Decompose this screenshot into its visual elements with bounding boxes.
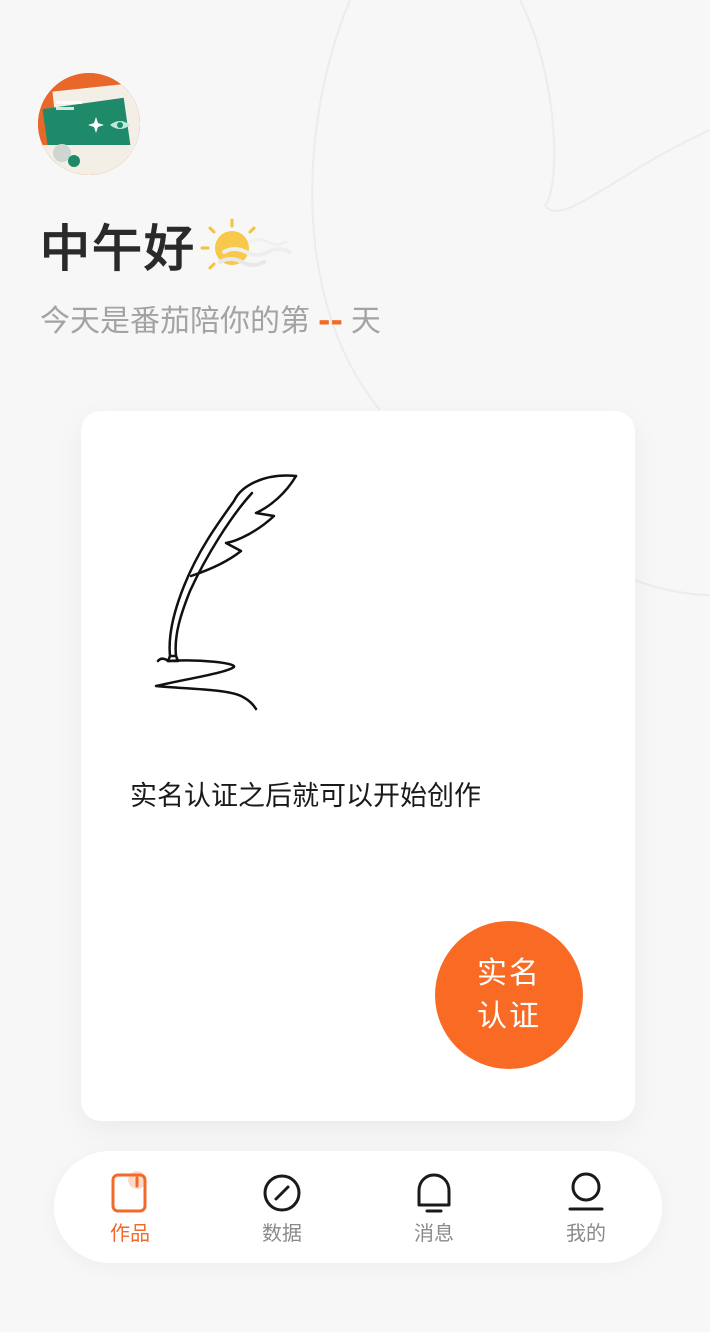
avatar-image	[38, 73, 140, 175]
message-icon	[417, 1173, 451, 1213]
verification-card: 实名认证之后就可以开始创作 实名认证	[81, 411, 635, 1121]
bottom-tab-bar: 作品 数据 消息 我的	[54, 1151, 662, 1263]
works-icon	[111, 1171, 147, 1213]
days-subtitle: 今天是番茄陪你的第 -- 天	[40, 300, 381, 344]
user-avatar[interactable]	[38, 73, 140, 175]
tab-messages-label: 消息	[414, 1221, 454, 1245]
data-icon	[263, 1174, 301, 1212]
quill-pen-icon	[154, 474, 298, 711]
subtitle-suffix: 天	[350, 304, 381, 339]
tab-profile-label: 我的	[566, 1221, 606, 1245]
verify-button-label: 实名 认证	[474, 952, 544, 1038]
tab-data[interactable]: 数据	[222, 1151, 342, 1263]
subtitle-prefix: 今天是番茄陪你的第	[40, 304, 310, 339]
real-name-verify-button[interactable]: 实名 认证	[435, 921, 583, 1069]
tab-data-label: 数据	[262, 1221, 302, 1245]
tab-works[interactable]: 作品	[70, 1151, 190, 1263]
verify-label-line1: 实名	[477, 957, 541, 990]
days-count: --	[318, 304, 343, 339]
tab-profile[interactable]: 我的	[526, 1151, 646, 1263]
verification-message: 实名认证之后就可以开始创作	[130, 781, 481, 812]
verify-label-line2: 认证	[477, 1000, 541, 1033]
greeting-title: 中午好	[40, 219, 196, 278]
profile-icon	[568, 1172, 604, 1211]
tab-works-label: 作品	[110, 1221, 150, 1245]
tab-messages[interactable]: 消息	[374, 1151, 494, 1263]
sun-icon	[200, 218, 292, 270]
